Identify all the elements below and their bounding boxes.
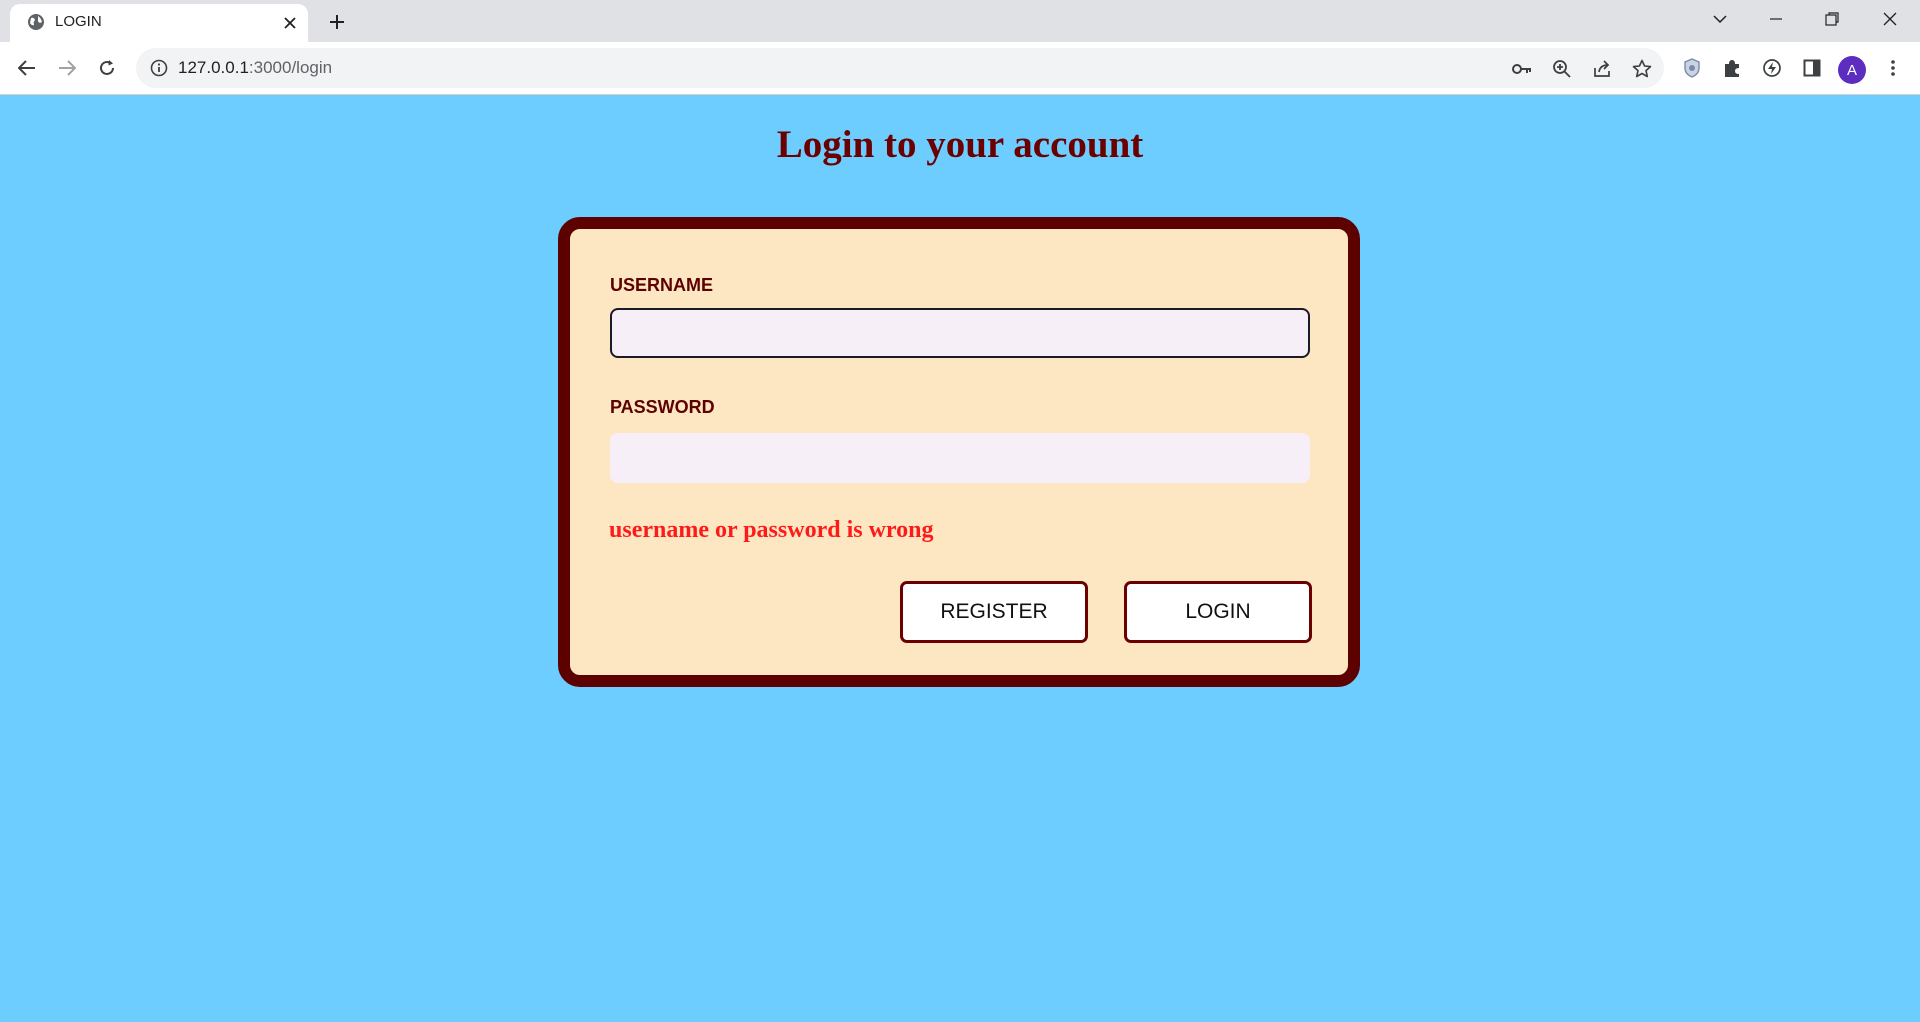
forward-arrow-icon[interactable] <box>52 53 82 83</box>
url-host: 127.0.0.1 <box>178 58 249 77</box>
password-input[interactable] <box>610 433 1310 483</box>
close-window-icon[interactable] <box>1862 0 1918 38</box>
url-path: :3000/login <box>248 58 333 77</box>
page-title: Login to your account <box>776 123 1144 166</box>
browser-tab[interactable]: LOGIN <box>10 4 308 42</box>
new-tab-icon[interactable] <box>324 9 350 35</box>
profile-avatar[interactable]: A <box>1838 56 1866 84</box>
close-tab-icon[interactable] <box>280 13 300 33</box>
reload-icon[interactable] <box>92 53 122 83</box>
url-text[interactable]: 127.0.0.1:3000/login <box>178 58 332 78</box>
register-button[interactable]: REGISTER <box>900 581 1088 643</box>
password-key-icon[interactable] <box>1510 57 1534 81</box>
shield-extension-icon[interactable] <box>1679 55 1705 81</box>
password-label: PASSWORD <box>610 397 715 417</box>
puzzle-extensions-icon[interactable] <box>1719 55 1745 81</box>
restore-icon[interactable] <box>1804 0 1860 38</box>
error-message: username or password is wrong <box>609 517 934 543</box>
minimize-icon[interactable] <box>1748 0 1804 38</box>
browser-tab-strip: LOGIN <box>0 0 1920 42</box>
menu-kebab-icon[interactable] <box>1880 55 1906 81</box>
browser-toolbar: 127.0.0.1:3000/login A <box>0 42 1920 95</box>
login-form-card: USERNAME PASSWORD username or password i… <box>558 217 1360 687</box>
globe-icon <box>26 12 46 32</box>
username-label: USERNAME <box>610 275 714 295</box>
zoom-icon[interactable] <box>1550 57 1574 81</box>
share-icon[interactable] <box>1590 57 1614 81</box>
performance-bolt-icon[interactable] <box>1759 55 1785 81</box>
address-bar[interactable]: 127.0.0.1:3000/login <box>136 48 1664 88</box>
login-button[interactable]: LOGIN <box>1124 581 1312 643</box>
tab-title: LOGIN <box>55 13 102 30</box>
tab-search-chevron-icon[interactable] <box>1692 0 1748 38</box>
bookmark-star-icon[interactable] <box>1630 57 1654 81</box>
site-info-icon[interactable] <box>150 59 168 77</box>
back-arrow-icon[interactable] <box>12 53 42 83</box>
username-input[interactable] <box>610 308 1310 358</box>
side-panel-icon[interactable] <box>1799 55 1825 81</box>
